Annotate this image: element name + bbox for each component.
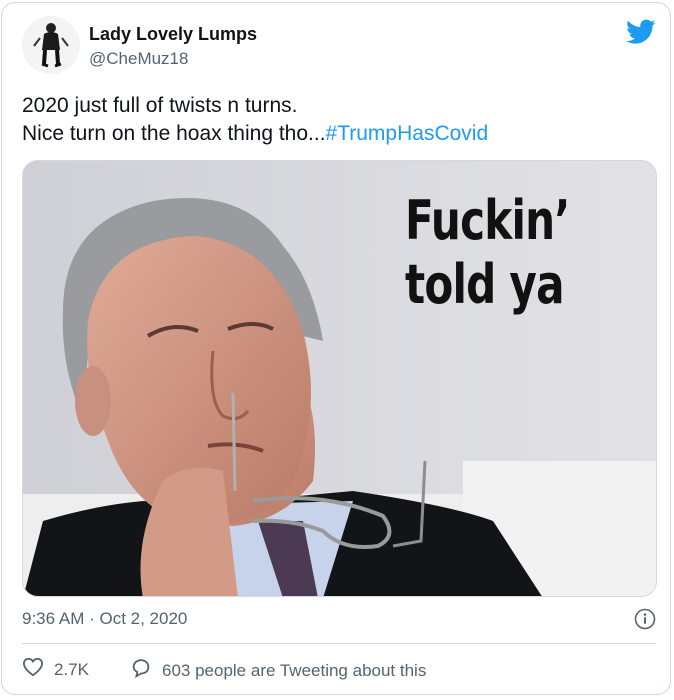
tweet-text-line2-prefix: Nice turn on the hoax thing tho...	[22, 122, 326, 145]
tweet-text: 2020 just full of twists n turns. Nice t…	[22, 92, 652, 148]
divider	[22, 643, 656, 644]
avatar[interactable]	[22, 16, 80, 74]
tweet-text-line1: 2020 just full of twists n turns.	[22, 94, 298, 117]
tweet-card: Lady Lovely Lumps @CheMuz18 2020 just fu…	[1, 2, 671, 695]
heart-icon[interactable]	[22, 657, 44, 682]
like-button[interactable]: 2.7K	[22, 657, 89, 682]
speech-bubble-icon[interactable]	[130, 657, 152, 684]
tweet-text-line2: Nice turn on the hoax thing tho...#Trump…	[22, 120, 652, 148]
author-name[interactable]: Lady Lovely Lumps	[89, 24, 257, 45]
hashtag-link[interactable]: #TrumpHasCovid	[326, 122, 489, 145]
tweeting-about-link[interactable]: 603 people are Tweeting about this	[130, 657, 426, 684]
twitter-bird-icon[interactable]	[626, 19, 656, 45]
like-count: 2.7K	[54, 659, 89, 679]
tweeting-about-text: 603 people are Tweeting about this	[162, 660, 427, 680]
meme-caption-line2: told ya	[405, 253, 565, 316]
tweet-media-image[interactable]: Fuckin’ told ya	[22, 160, 657, 597]
meme-caption: Fuckin’ told ya	[405, 189, 570, 317]
info-icon[interactable]	[634, 608, 656, 630]
author-handle[interactable]: @CheMuz18	[89, 49, 188, 69]
tweet-timestamp[interactable]: 9:36 AM · Oct 2, 2020	[22, 609, 187, 629]
meme-caption-line1: Fuckin’	[405, 189, 570, 252]
